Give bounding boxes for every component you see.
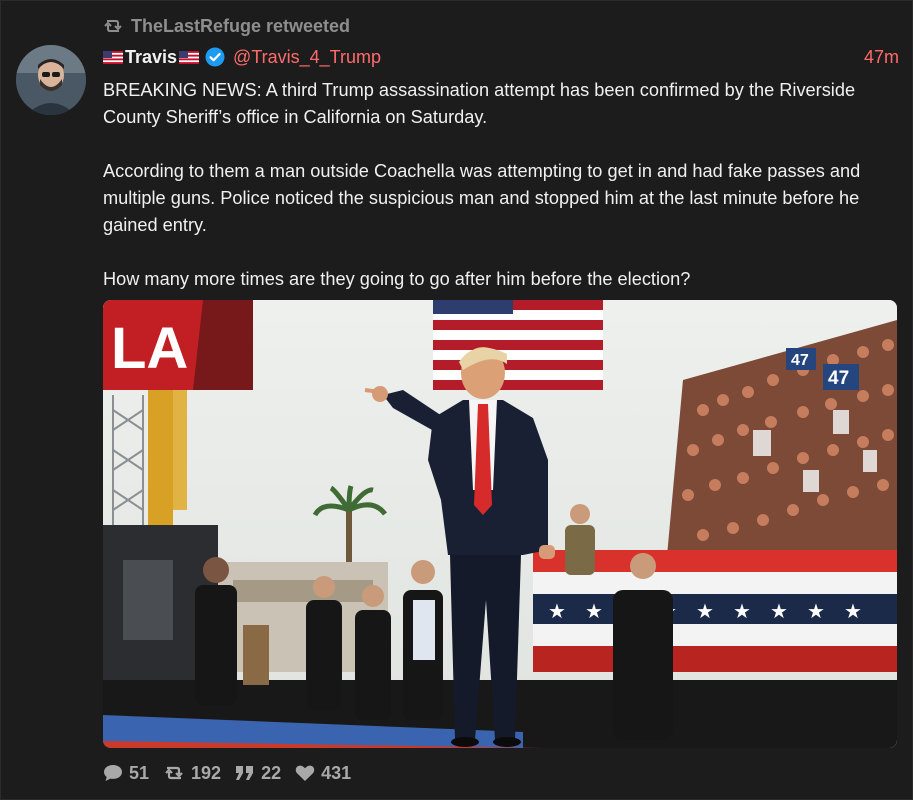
svg-text:★: ★ [844,599,862,623]
post-header: Travis @Travis_4_Trump 47m [103,44,899,70]
action-bar: 51 192 22 431 [103,760,365,786]
reply-button[interactable]: 51 [103,763,149,784]
like-count: 431 [321,762,352,783]
retweeted-by[interactable]: TheLastRefuge retweeted [103,14,350,38]
banner-text: LA [111,316,188,381]
reply-count: 51 [129,762,150,783]
us-flag-icon [103,50,123,64]
author-name[interactable]: Travis [125,47,177,68]
quote-icon [236,766,254,780]
like-button[interactable]: 431 [295,763,351,784]
retweet-button[interactable]: 192 [163,763,221,784]
post-paragraph: According to them a man outside Coachell… [103,161,861,235]
verified-badge-icon [205,47,225,67]
post-body: BREAKING NEWS: A third Trump assassinati… [103,77,903,320]
svg-text:★: ★ [807,599,825,623]
retweet-count: 192 [191,762,222,783]
quote-count: 22 [261,762,282,783]
crowd-sign: 47 [828,368,849,389]
svg-text:★: ★ [770,599,788,623]
svg-text:★: ★ [548,599,566,623]
retweet-icon [104,20,122,32]
svg-text:★: ★ [733,599,751,623]
post-paragraph: BREAKING NEWS: A third Trump assassinati… [103,80,856,127]
retweet-icon [165,766,183,780]
svg-text:★: ★ [696,599,714,623]
heart-icon [295,765,315,781]
crowd-sign: 47 [791,352,809,369]
post-paragraph: How many more times are they going to go… [103,269,691,289]
reply-icon [104,765,122,781]
us-flag-icon [179,50,200,64]
svg-text:★: ★ [585,599,603,623]
post-timestamp[interactable]: 47m [864,47,899,68]
quote-button[interactable]: 22 [235,763,281,784]
author-handle[interactable]: @Travis_4_Trump [233,47,381,68]
retweeted-by-text: TheLastRefuge retweeted [131,15,351,36]
post-image[interactable]: LA 47 47 ★ ★ ★ ★ ★ ★ ★ [103,300,897,748]
avatar[interactable] [16,45,86,115]
